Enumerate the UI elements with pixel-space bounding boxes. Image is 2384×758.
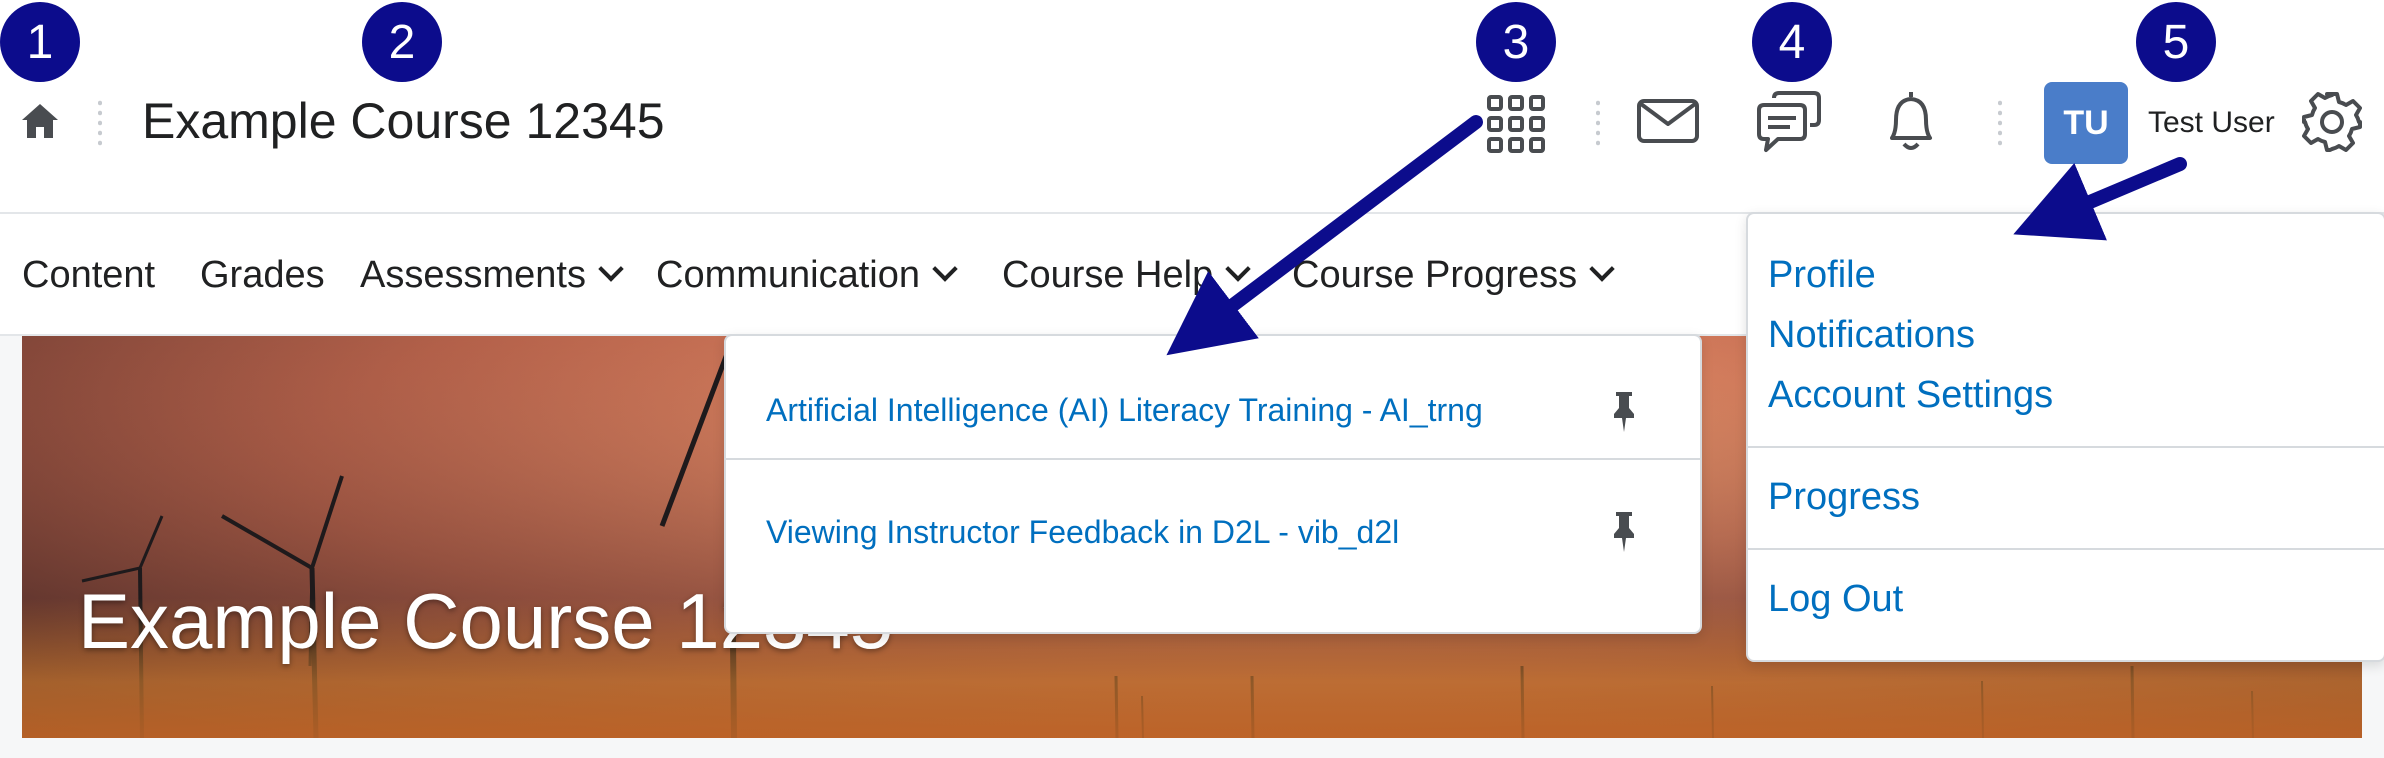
home-icon[interactable] xyxy=(16,98,64,146)
pin-icon[interactable] xyxy=(1606,510,1642,554)
nav-item-communication[interactable]: Communication xyxy=(656,254,958,297)
mail-icon[interactable] xyxy=(1636,98,1700,144)
user-name[interactable]: Test User xyxy=(2148,106,2275,140)
menu-item-account-settings[interactable]: Account Settings xyxy=(1768,374,2053,417)
nav-item-content[interactable]: Content xyxy=(22,254,155,297)
menu-item-notifications[interactable]: Notifications xyxy=(1768,314,1975,357)
chat-icon[interactable] xyxy=(1756,90,1822,154)
pin-icon[interactable] xyxy=(1606,390,1642,434)
divider xyxy=(1748,548,2384,550)
chevron-down-icon xyxy=(932,256,958,282)
course-selector-dropdown: Artificial Intelligence (AI) Literacy Tr… xyxy=(724,334,1702,634)
nav-item-assessments[interactable]: Assessments xyxy=(360,254,624,297)
divider xyxy=(1748,446,2384,448)
divider xyxy=(98,98,102,150)
callout-badge-1: 1 xyxy=(0,2,80,82)
menu-item-log-out[interactable]: Log Out xyxy=(1768,578,1903,621)
course-link[interactable]: Artificial Intelligence (AI) Literacy Tr… xyxy=(766,392,1483,429)
nav-item-course-progress[interactable]: Course Progress xyxy=(1292,254,1615,297)
menu-item-progress[interactable]: Progress xyxy=(1768,476,1920,519)
course-menu-item[interactable]: Artificial Intelligence (AI) Literacy Tr… xyxy=(726,336,1700,458)
callout-badge-3: 3 xyxy=(1476,2,1556,82)
callout-badge-4: 4 xyxy=(1752,2,1832,82)
top-bar: Example Course 12345 TU Test User xyxy=(0,0,2384,214)
user-menu-dropdown: Profile Notifications Account Settings P… xyxy=(1746,212,2384,662)
course-menu-item[interactable]: Viewing Instructor Feedback in D2L - vib… xyxy=(726,458,1700,582)
chevron-down-icon xyxy=(1225,256,1251,282)
callout-badge-2: 2 xyxy=(362,2,442,82)
nav-item-course-help[interactable]: Course Help xyxy=(1002,254,1251,297)
avatar[interactable]: TU xyxy=(2044,82,2128,164)
waffle-grid-icon[interactable] xyxy=(1486,94,1546,154)
gear-icon[interactable] xyxy=(2300,90,2364,154)
divider xyxy=(1596,98,1600,150)
chevron-down-icon xyxy=(1589,256,1615,282)
callout-badge-5: 5 xyxy=(2136,2,2216,82)
course-title[interactable]: Example Course 12345 xyxy=(142,92,665,150)
menu-item-profile[interactable]: Profile xyxy=(1768,254,1876,297)
divider xyxy=(1998,98,2002,150)
bell-icon[interactable] xyxy=(1882,88,1940,154)
nav-item-grades[interactable]: Grades xyxy=(200,254,325,297)
chevron-down-icon xyxy=(598,256,624,282)
course-link[interactable]: Viewing Instructor Feedback in D2L - vib… xyxy=(766,514,1399,551)
